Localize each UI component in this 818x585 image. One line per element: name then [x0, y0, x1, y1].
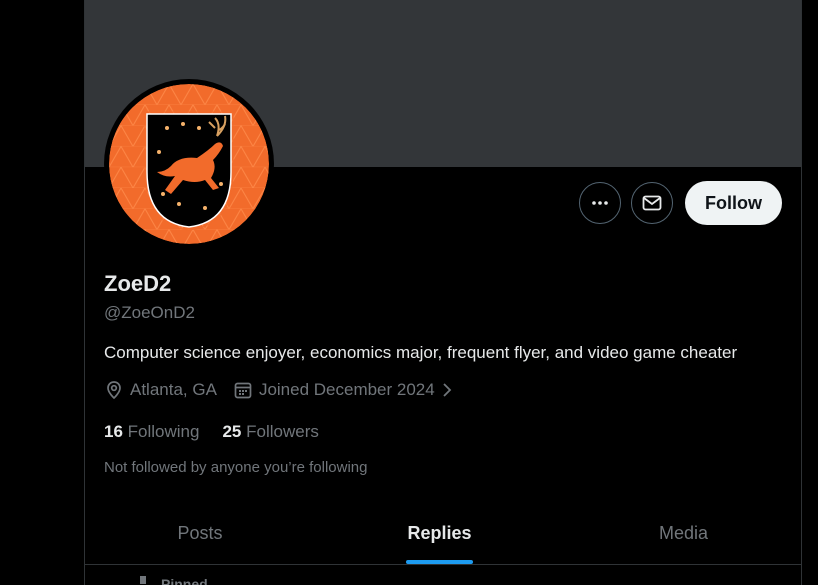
following-link[interactable]: 16 Following — [104, 422, 199, 442]
follow-button[interactable]: Follow — [685, 181, 782, 225]
location-text: Atlanta, GA — [130, 380, 217, 399]
envelope-icon — [642, 195, 662, 211]
pinned-label: Pinned — [161, 576, 208, 585]
more-button[interactable] — [579, 182, 621, 224]
not-followed-notice: Not followed by anyone you’re following — [104, 459, 368, 476]
following-count: 16 — [104, 422, 123, 441]
profile-page: Follow ZoeD2 @ZoeOnD2 Computer science e… — [0, 0, 818, 585]
tab-media[interactable]: Media — [564, 503, 803, 564]
profile-meta: Atlanta, GA Joined December 2024 — [104, 380, 475, 400]
avatar-logo-image — [109, 84, 269, 244]
pinned-post-header: Pinned — [85, 566, 801, 585]
joined-text: Joined December 2024 — [258, 380, 435, 399]
profile-handle: @ZoeOnD2 — [104, 303, 195, 322]
active-tab-indicator — [406, 560, 473, 564]
tab-replies[interactable]: Replies — [315, 503, 564, 564]
pin-icon — [140, 576, 146, 584]
profile-tabs: Posts Replies Media — [85, 503, 801, 565]
joined-item[interactable]: Joined December 2024 — [233, 380, 459, 400]
avatar[interactable] — [109, 84, 269, 244]
following-label: Following — [127, 422, 200, 441]
profile-actions: Follow — [579, 181, 782, 225]
profile-column: Follow ZoeD2 @ZoeOnD2 Computer science e… — [84, 0, 802, 585]
profile-name: ZoeD2 — [104, 271, 172, 296]
tab-posts[interactable]: Posts — [85, 503, 315, 564]
location-item: Atlanta, GA — [104, 380, 217, 400]
message-button[interactable] — [631, 182, 673, 224]
followers-link[interactable]: 25 Followers — [222, 422, 318, 442]
more-horizontal-icon — [592, 201, 608, 205]
chevron-right-icon — [443, 383, 451, 397]
followers-label: Followers — [246, 422, 319, 441]
calendar-icon — [234, 382, 252, 399]
profile-stats: 16 Following 25 Followers — [104, 422, 342, 442]
followers-count: 25 — [222, 422, 242, 441]
location-pin-icon — [107, 381, 121, 400]
profile-bio: Computer science enjoyer, economics majo… — [104, 343, 738, 362]
